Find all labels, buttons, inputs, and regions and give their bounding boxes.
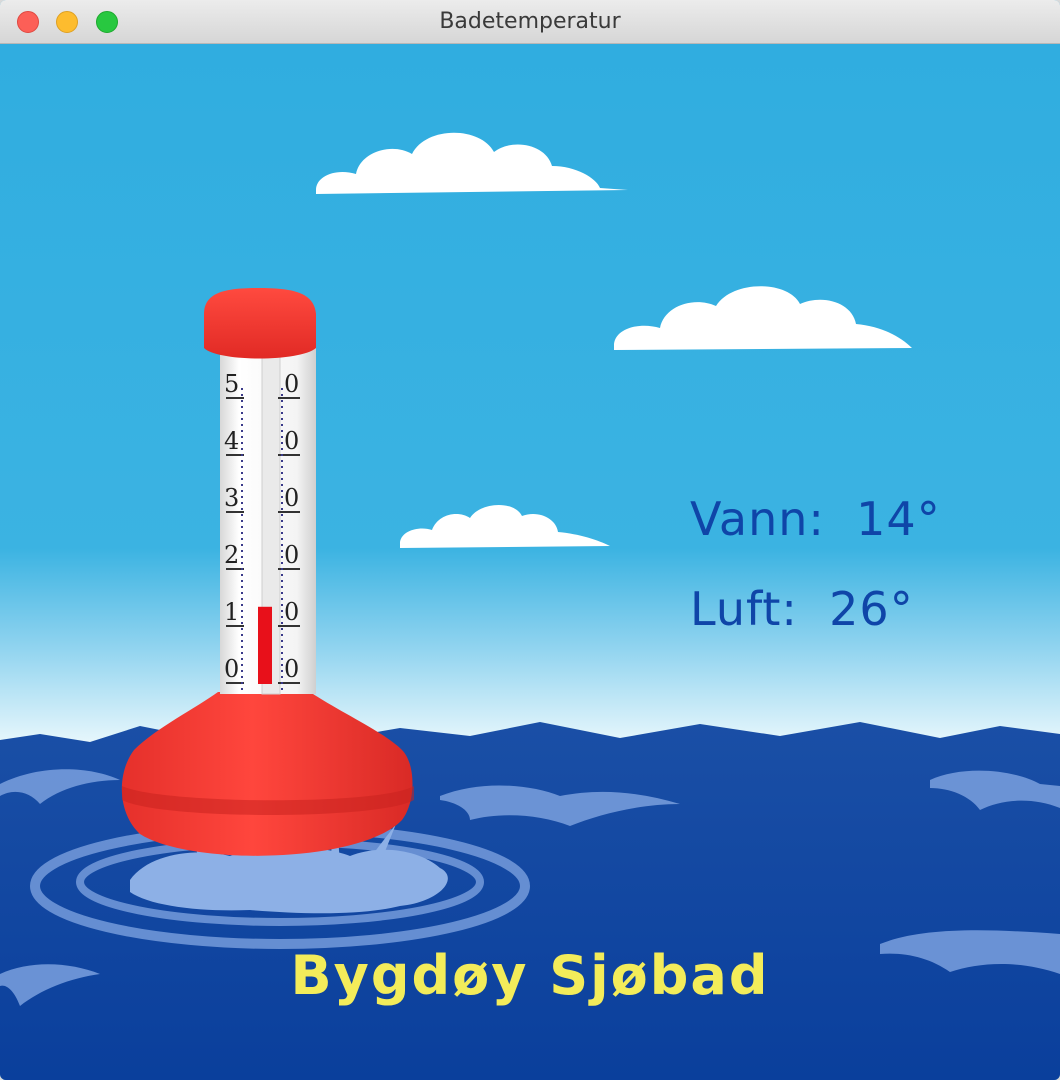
scale-left-label: 3: [224, 484, 239, 512]
scale-left-label: 4: [224, 427, 239, 455]
scale-right-label: 0: [284, 427, 299, 455]
water-temperature: Vann: 14°: [690, 492, 941, 546]
title-bar[interactable]: Badetemperatur: [0, 0, 1060, 44]
scale-left-label: 0: [224, 655, 239, 683]
water-label: Vann:: [690, 492, 825, 546]
thermometer-level-bar: [258, 606, 272, 684]
scale-left-label: 2: [224, 541, 239, 569]
water-value: 14°: [856, 492, 941, 546]
window-title: Badetemperatur: [439, 9, 621, 34]
scale-right-label: 0: [284, 598, 299, 626]
scale-right-label: 0: [284, 484, 299, 512]
scale-right-label: 0: [284, 655, 299, 683]
scene: 5 4 3 2 1 0 0 0 0 0 0 0 Vann: 14° Luft: …: [0, 44, 1060, 1080]
air-temperature: Luft: 26°: [690, 582, 914, 636]
buoy-cap: [204, 288, 316, 359]
location-name: Bygdøy Sjøbad: [290, 944, 770, 1007]
scale-right-label: 0: [284, 541, 299, 569]
scale-left-label: 1: [224, 598, 239, 626]
scale-left-label: 5: [224, 370, 239, 398]
air-label: Luft:: [690, 582, 798, 636]
scale-right-label: 0: [284, 370, 299, 398]
background-illustration: 5 4 3 2 1 0 0 0 0 0 0 0: [0, 44, 1060, 1080]
app-window: Badetemperatur 5 4 3 2 1 0 0 0 0 0 0 0 V…: [0, 0, 1060, 1080]
air-value: 26°: [829, 582, 914, 636]
